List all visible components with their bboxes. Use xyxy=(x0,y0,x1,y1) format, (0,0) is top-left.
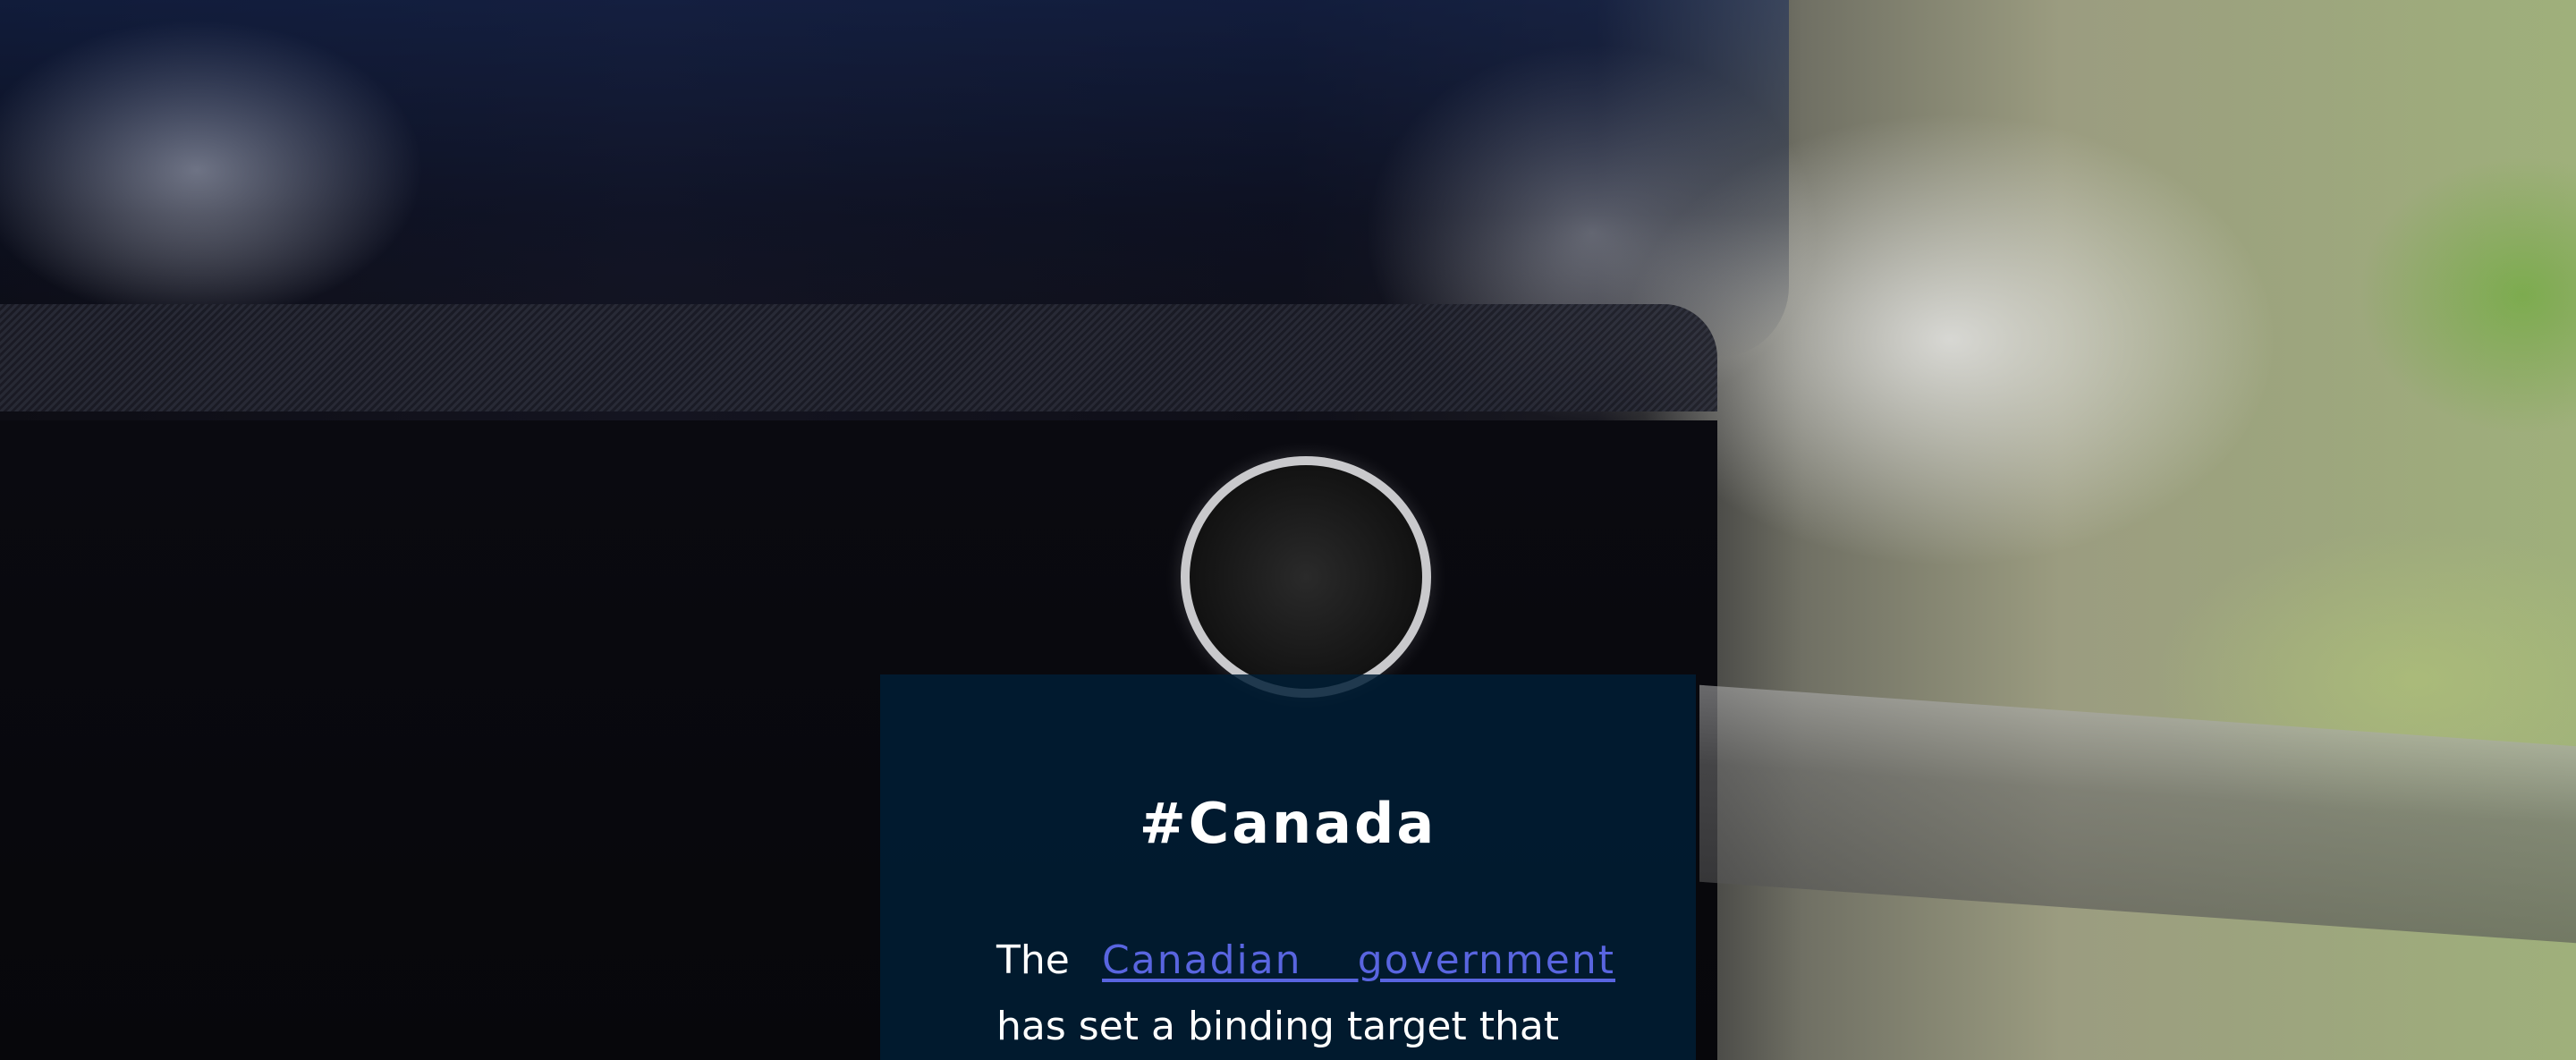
card-text-after-link: has set a binding target that xyxy=(996,1004,1560,1049)
sidewalk xyxy=(1699,684,2576,944)
canadian-government-link[interactable]: Canadian government xyxy=(1102,937,1615,983)
bumper-trim xyxy=(0,304,1717,411)
hero-image: #Canada The Canadian government has set … xyxy=(0,0,2576,1060)
card-title: #Canada xyxy=(1139,791,1437,856)
info-card: #Canada The Canadian government has set … xyxy=(880,674,1696,1060)
card-text-before-link: The xyxy=(996,937,1103,983)
exhaust-pipe-icon xyxy=(1181,456,1431,698)
card-paragraph: The Canadian government has set a bindin… xyxy=(996,928,1615,1060)
